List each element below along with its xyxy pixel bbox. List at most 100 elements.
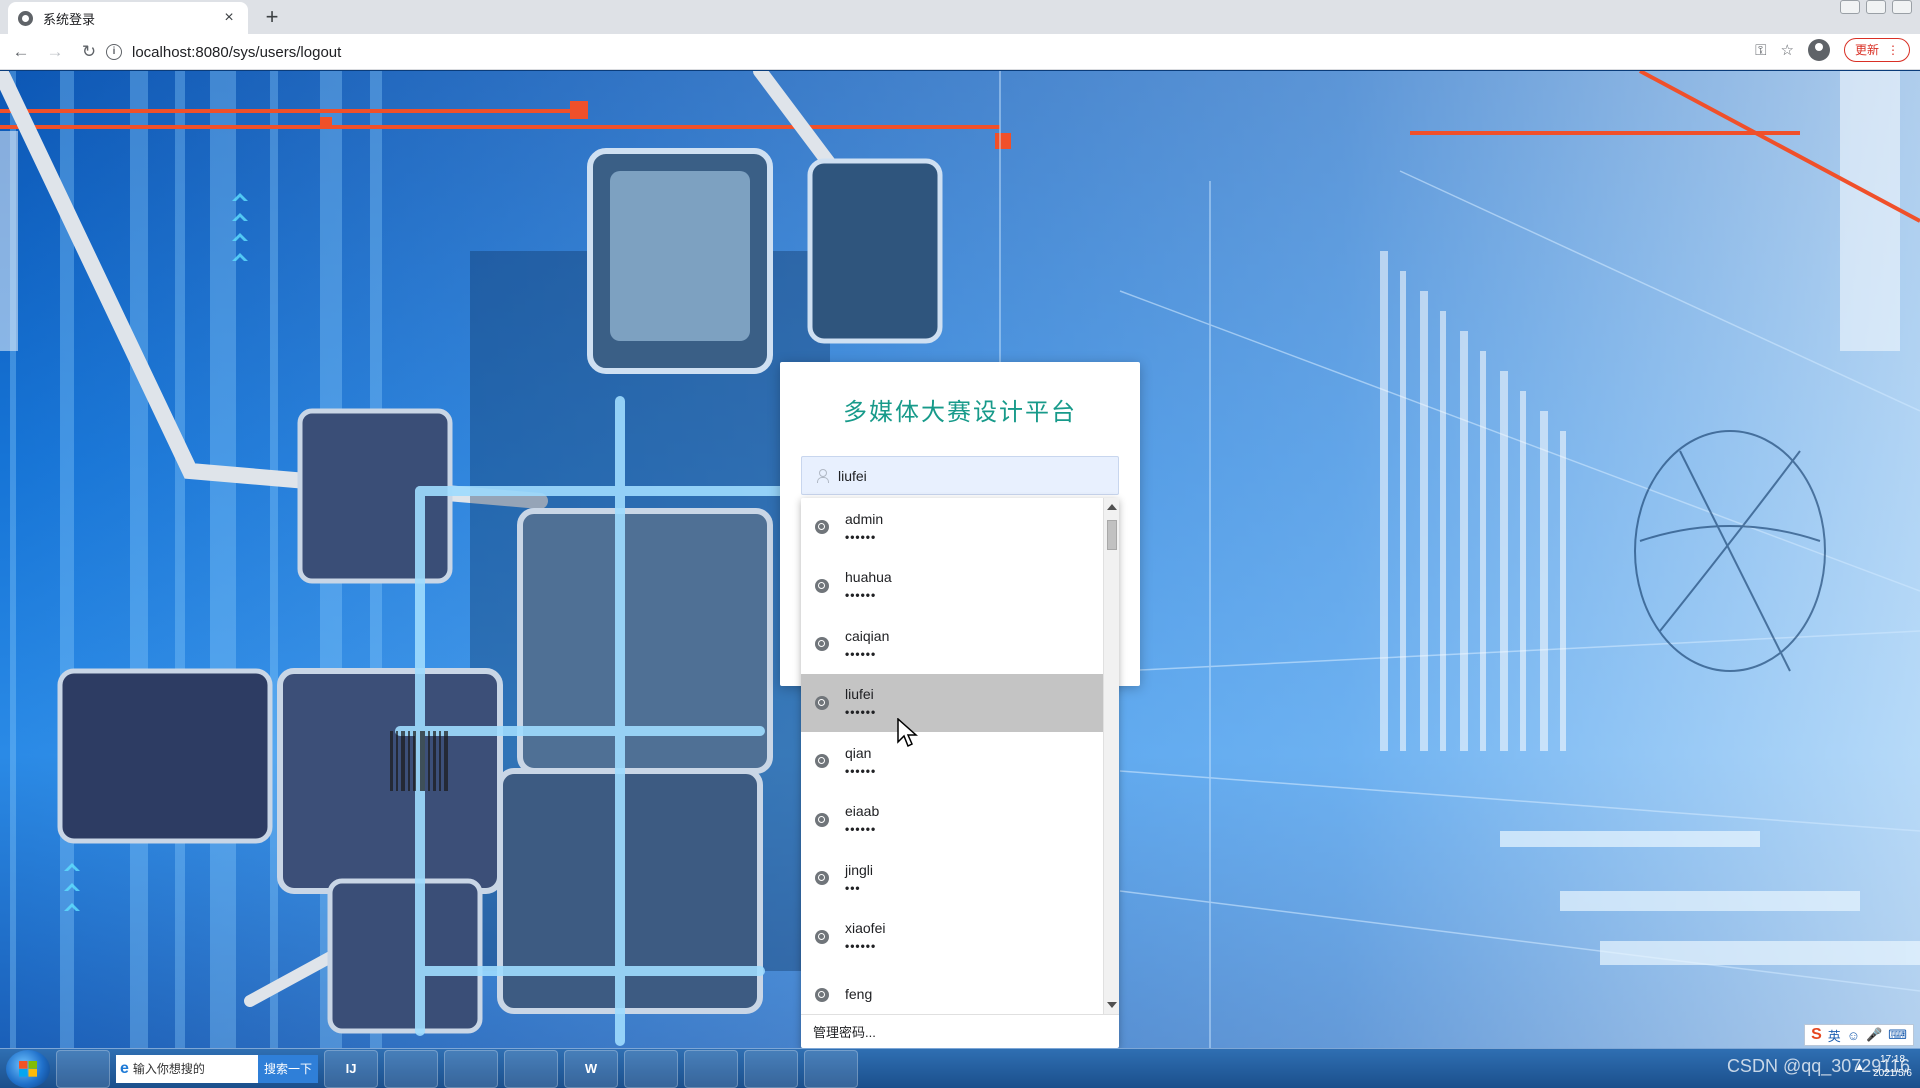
scroll-down-arrow-icon[interactable] (1107, 1002, 1117, 1008)
autofill-username: eiaab (845, 803, 880, 820)
autofill-dropdown: admin •••••• huahua •••••• caiqian •••••• liuf… (801, 498, 1119, 1048)
start-button[interactable] (6, 1049, 50, 1088)
scroll-up-arrow-icon[interactable] (1107, 504, 1117, 510)
autofill-username: xiaofei (845, 920, 886, 937)
update-label: 更新 (1854, 43, 1879, 57)
bookmark-star-icon[interactable]: ☆ (1781, 41, 1794, 59)
username-input[interactable] (838, 467, 1088, 484)
taskbar-app-7[interactable] (684, 1049, 739, 1088)
browser-toolbar: ← → ↻ i localhost:8080/sys/users/logout … (0, 34, 1920, 70)
autofill-text: liufei •••••• (845, 686, 876, 719)
globe-icon (815, 754, 829, 769)
manage-passwords-link[interactable]: 管理密码... (801, 1014, 1119, 1048)
autofill-item-huahua[interactable]: huahua •••••• (801, 557, 1103, 616)
taskbar-app-5[interactable]: W (564, 1049, 619, 1088)
tab-close-button[interactable]: × (220, 9, 238, 27)
back-button[interactable]: ← (8, 39, 34, 65)
autofill-password: •••••• (845, 588, 877, 603)
autofill-text: admin •••••• (845, 511, 883, 544)
autofill-text: eiaab •••••• (845, 803, 879, 836)
autofill-username: jingli (845, 861, 874, 878)
globe-icon (815, 578, 829, 593)
autofill-text: jingli ••• (845, 862, 873, 895)
taskbar-app-2[interactable] (384, 1049, 439, 1088)
autofill-password: •••••• (845, 646, 877, 661)
autofill-text: qian •••••• (845, 745, 876, 778)
username-field[interactable] (801, 456, 1119, 495)
globe-icon (815, 637, 829, 652)
taskbar-app-4[interactable] (504, 1049, 559, 1088)
window-controls (1840, 0, 1912, 14)
taskbar-apps: IJ W (318, 1049, 859, 1088)
autofill-username: feng (845, 985, 873, 1002)
taskbar-app-8[interactable] (744, 1049, 799, 1088)
tab-active[interactable]: 系统登录 × (8, 2, 248, 34)
taskbar-search-input[interactable]: e 输入你想搜的 (116, 1054, 258, 1083)
autofill-item-qian[interactable]: qian •••••• (801, 732, 1103, 791)
globe-icon (815, 695, 829, 710)
ime-keyboard-icon[interactable]: ⌨ (1888, 1027, 1907, 1043)
scroll-thumb[interactable] (1107, 520, 1117, 550)
address-url[interactable]: localhost:8080/sys/users/logout (132, 44, 341, 61)
autofill-username: huahua (845, 569, 892, 586)
autofill-password: •••••• (845, 822, 877, 837)
autofill-password: •••••• (845, 529, 877, 544)
windows-taskbar: e 输入你想搜的 搜索一下 IJ W ▲ 17:18 2021/5/6 (0, 1048, 1920, 1088)
profile-avatar[interactable] (1807, 39, 1830, 61)
user-icon (816, 468, 829, 483)
toolbar-actions: ⚿ ☆ 更新 ⋮ (1755, 38, 1910, 62)
taskbar-app-1[interactable]: IJ (324, 1049, 379, 1088)
taskbar-app-6[interactable] (624, 1049, 679, 1088)
autofill-password: •••••• (845, 705, 877, 720)
autofill-text: caiqian •••••• (845, 628, 889, 661)
autofill-item-liufei[interactable]: liufei •••••• (801, 673, 1103, 732)
globe-icon (815, 812, 829, 827)
autofill-text: huahua •••••• (845, 569, 892, 602)
taskbar-app-360[interactable] (56, 1049, 110, 1088)
autofill-password: •••••• (845, 763, 877, 778)
csdn-watermark: CSDN @qq_30729116 (1726, 1056, 1910, 1076)
autofill-password: ••• (845, 880, 861, 895)
taskbar-app-9[interactable] (804, 1049, 859, 1088)
autofill-password: •••••• (845, 939, 877, 954)
autofill-text: xiaofei •••••• (845, 920, 885, 953)
globe-icon (815, 871, 829, 886)
autofill-list: admin •••••• huahua •••••• caiqian •••••• liuf… (801, 498, 1103, 1014)
autofill-username: admin (845, 510, 884, 527)
address-bar[interactable]: i localhost:8080/sys/users/logout (106, 38, 1746, 66)
reload-button[interactable]: ↻ (76, 39, 102, 65)
taskbar-search-button[interactable]: 搜索一下 (258, 1054, 319, 1083)
site-info-icon[interactable]: i (106, 44, 122, 60)
dropdown-scrollbar[interactable] (1103, 498, 1119, 1014)
taskbar-search: e 输入你想搜的 搜索一下 (116, 1054, 319, 1084)
tab-title: 系统登录 (43, 11, 96, 27)
autofill-item-xiaofei[interactable]: xiaofei •••••• (801, 908, 1103, 967)
autofill-item-jingli[interactable]: jingli ••• (801, 849, 1103, 908)
taskbar-app-3[interactable] (444, 1049, 499, 1088)
favicon-icon (18, 10, 33, 26)
autofill-item-feng[interactable]: feng (801, 966, 1103, 1014)
ime-toolbar[interactable]: S 英 ☺ 🎤 ⌨ (1804, 1024, 1914, 1046)
close-window-button[interactable] (1892, 0, 1912, 14)
autofill-item-caiqian[interactable]: caiqian •••••• (801, 615, 1103, 674)
key-icon[interactable]: ⚿ (1755, 42, 1766, 59)
ime-emoji-icon[interactable]: ☺ (1847, 1028, 1860, 1043)
update-button[interactable]: 更新 ⋮ (1843, 38, 1910, 62)
globe-icon (815, 929, 829, 944)
globe-icon (815, 988, 829, 1003)
maximize-button[interactable] (1866, 0, 1886, 14)
ie-icon: e (120, 1059, 129, 1077)
autofill-item-eiaab[interactable]: eiaab •••••• (801, 791, 1103, 850)
autofill-username: liufei (845, 686, 874, 703)
autofill-username: caiqian (845, 627, 890, 644)
autofill-text: feng (845, 986, 872, 1005)
forward-button[interactable]: → (42, 39, 68, 65)
globe-icon (815, 520, 829, 535)
ime-mic-icon[interactable]: 🎤 (1866, 1027, 1882, 1043)
search-placeholder: 输入你想搜的 (132, 1062, 205, 1076)
new-tab-button[interactable]: + (258, 4, 286, 32)
mouse-cursor-icon (897, 718, 918, 748)
ime-language-label[interactable]: 英 (1828, 1026, 1841, 1045)
minimize-button[interactable] (1840, 0, 1860, 14)
autofill-item-admin[interactable]: admin •••••• (801, 498, 1103, 557)
